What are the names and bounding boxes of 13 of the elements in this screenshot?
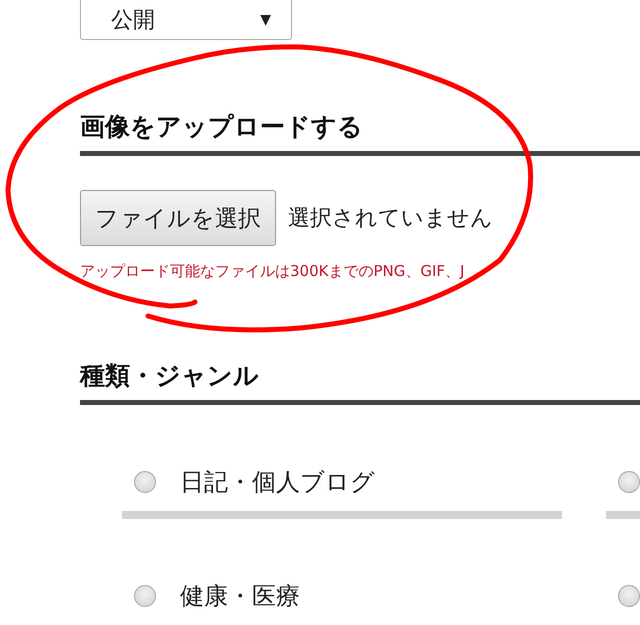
section-heading: 種類・ジャンル	[80, 359, 640, 405]
file-status-text: 選択されていません	[288, 205, 493, 233]
radio-button[interactable]	[618, 585, 640, 607]
radio-button[interactable]	[618, 471, 640, 493]
visibility-select[interactable]: 公開 ▼	[80, 0, 292, 40]
option-underline	[606, 511, 640, 519]
radio-button[interactable]	[134, 585, 156, 607]
choose-file-button[interactable]: ファイルを選択	[80, 190, 276, 246]
section-heading: 画像をアップロードする	[80, 110, 640, 156]
option-label: 日記・個人ブログ	[180, 467, 375, 498]
upload-note: アップロード可能なファイルは300KまでのPNG、GIF、J	[80, 262, 466, 281]
option-label: 健康・医療	[180, 581, 300, 611]
radio-button[interactable]	[134, 471, 156, 493]
